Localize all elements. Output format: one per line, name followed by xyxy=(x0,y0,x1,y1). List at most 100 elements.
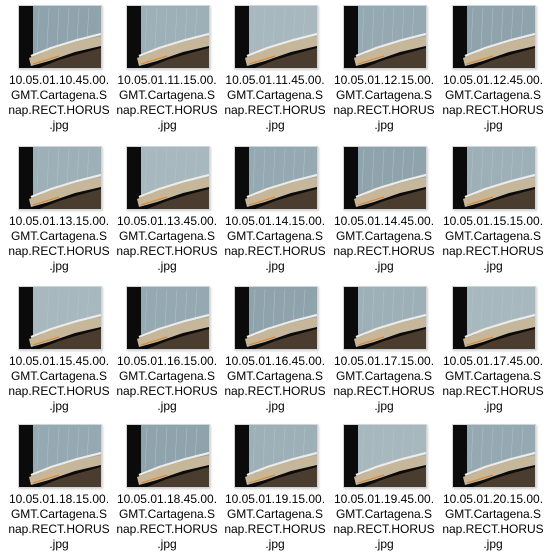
file-name-label: 10.05.01.19.15.00. GMT.Cartagena.S nap.R… xyxy=(222,492,328,552)
file-tile[interactable]: 10.05.01.18.15.00. GMT.Cartagena.S nap.R… xyxy=(6,419,112,551)
jpg-image-thumbnail-icon xyxy=(452,5,536,69)
file-name-line: GMT.Cartagena.S xyxy=(226,507,324,521)
file-tile[interactable]: 10.05.01.13.45.00. GMT.Cartagena.S nap.R… xyxy=(114,141,220,273)
file-name-label: 10.05.01.12.15.00. GMT.Cartagena.S nap.R… xyxy=(331,73,437,133)
file-name-line: nap.RECT.HORUS xyxy=(442,384,544,398)
file-name-line: .jpg xyxy=(483,118,503,132)
file-name-line: .jpg xyxy=(49,399,69,413)
file-name-line: 10.05.01.19.15.00. xyxy=(224,492,326,506)
thumbnail-image xyxy=(344,425,426,487)
file-tile[interactable]: 10.05.01.18.45.00. GMT.Cartagena.S nap.R… xyxy=(114,419,220,551)
file-name-line: GMT.Cartagena.S xyxy=(335,229,433,243)
file-name-line: GMT.Cartagena.S xyxy=(118,369,216,383)
thumbnail-image xyxy=(453,287,535,349)
thumbnail-image xyxy=(127,6,209,68)
file-name-line: GMT.Cartagena.S xyxy=(444,88,542,102)
file-name-line: 10.05.01.19.45.00. xyxy=(333,492,435,506)
file-name-line: .jpg xyxy=(157,537,177,551)
file-name-line: GMT.Cartagena.S xyxy=(10,88,108,102)
file-name-line: 10.05.01.20.15.00. xyxy=(442,492,544,506)
file-name-line: 10.05.01.12.15.00. xyxy=(333,73,435,87)
file-name-line: .jpg xyxy=(265,537,285,551)
file-name-line: nap.RECT.HORUS xyxy=(442,244,544,258)
file-name-line: nap.RECT.HORUS xyxy=(442,103,544,117)
file-name-line: 10.05.01.13.45.00. xyxy=(116,214,218,228)
file-tile[interactable]: 10.05.01.14.15.00. GMT.Cartagena.S nap.R… xyxy=(222,141,328,273)
file-name-line: GMT.Cartagena.S xyxy=(226,88,324,102)
file-name-line: 10.05.01.17.45.00. xyxy=(442,354,544,368)
file-tile[interactable]: 10.05.01.12.45.00. GMT.Cartagena.S nap.R… xyxy=(440,0,546,132)
file-tile[interactable]: 10.05.01.13.15.00. GMT.Cartagena.S nap.R… xyxy=(6,141,112,273)
jpg-image-thumbnail-icon xyxy=(452,286,536,350)
file-name-line: .jpg xyxy=(265,399,285,413)
file-name-label: 10.05.01.19.45.00. GMT.Cartagena.S nap.R… xyxy=(331,492,437,552)
file-name-label: 10.05.01.10.45.00. GMT.Cartagena.S nap.R… xyxy=(6,73,112,133)
file-tile[interactable]: 10.05.01.15.45.00. GMT.Cartagena.S nap.R… xyxy=(6,281,112,413)
file-tile[interactable]: 10.05.01.17.15.00. GMT.Cartagena.S nap.R… xyxy=(331,281,437,413)
file-name-line: nap.RECT.HORUS xyxy=(224,522,326,536)
file-name-line: .jpg xyxy=(49,118,69,132)
file-name-label: 10.05.01.13.45.00. GMT.Cartagena.S nap.R… xyxy=(114,214,220,274)
file-name-line: .jpg xyxy=(157,118,177,132)
file-tile[interactable]: 10.05.01.19.15.00. GMT.Cartagena.S nap.R… xyxy=(222,419,328,551)
file-name-line: .jpg xyxy=(374,118,394,132)
file-name-line: GMT.Cartagena.S xyxy=(10,369,108,383)
file-tile[interactable]: 10.05.01.15.15.00. GMT.Cartagena.S nap.R… xyxy=(440,141,546,273)
jpg-image-thumbnail-icon xyxy=(126,424,210,488)
file-tile[interactable]: 10.05.01.17.45.00. GMT.Cartagena.S nap.R… xyxy=(440,281,546,413)
file-name-line: GMT.Cartagena.S xyxy=(10,507,108,521)
jpg-image-thumbnail-icon xyxy=(343,286,427,350)
file-name-line: GMT.Cartagena.S xyxy=(10,229,108,243)
file-name-line: nap.RECT.HORUS xyxy=(116,522,218,536)
thumbnail-image xyxy=(453,6,535,68)
file-tile[interactable]: 10.05.01.19.45.00. GMT.Cartagena.S nap.R… xyxy=(331,419,437,551)
jpg-image-thumbnail-icon xyxy=(18,286,102,350)
file-name-line: nap.RECT.HORUS xyxy=(116,244,218,258)
jpg-image-thumbnail-icon xyxy=(234,146,318,210)
jpg-image-thumbnail-icon xyxy=(343,424,427,488)
file-tile[interactable]: 10.05.01.16.45.00. GMT.Cartagena.S nap.R… xyxy=(222,281,328,413)
jpg-image-thumbnail-icon xyxy=(234,424,318,488)
thumbnail-image xyxy=(235,287,317,349)
file-name-line: 10.05.01.10.45.00. xyxy=(8,73,110,87)
file-tile[interactable]: 10.05.01.12.15.00. GMT.Cartagena.S nap.R… xyxy=(331,0,437,132)
thumbnail-image xyxy=(19,287,101,349)
file-name-label: 10.05.01.18.15.00. GMT.Cartagena.S nap.R… xyxy=(6,492,112,552)
file-name-line: nap.RECT.HORUS xyxy=(224,103,326,117)
file-name-line: 10.05.01.13.15.00. xyxy=(8,214,110,228)
file-name-line: nap.RECT.HORUS xyxy=(442,522,544,536)
file-name-label: 10.05.01.15.15.00. GMT.Cartagena.S nap.R… xyxy=(440,214,546,274)
file-name-line: 10.05.01.14.45.00. xyxy=(333,214,435,228)
jpg-image-thumbnail-icon xyxy=(18,424,102,488)
file-name-line: .jpg xyxy=(374,537,394,551)
file-tile[interactable]: 10.05.01.11.15.00. GMT.Cartagena.S nap.R… xyxy=(114,0,220,132)
file-tile[interactable]: 10.05.01.16.15.00. GMT.Cartagena.S nap.R… xyxy=(114,281,220,413)
file-name-line: nap.RECT.HORUS xyxy=(224,384,326,398)
file-tile[interactable]: 10.05.01.11.45.00. GMT.Cartagena.S nap.R… xyxy=(222,0,328,132)
file-name-label: 10.05.01.16.45.00. GMT.Cartagena.S nap.R… xyxy=(222,354,328,414)
file-name-line: .jpg xyxy=(483,537,503,551)
file-name-line: .jpg xyxy=(49,537,69,551)
file-name-line: nap.RECT.HORUS xyxy=(8,384,110,398)
file-name-line: 10.05.01.16.45.00. xyxy=(224,354,326,368)
thumbnail-image xyxy=(344,6,426,68)
file-name-line: GMT.Cartagena.S xyxy=(335,88,433,102)
file-tile[interactable]: 10.05.01.10.45.00. GMT.Cartagena.S nap.R… xyxy=(6,0,112,132)
file-name-line: nap.RECT.HORUS xyxy=(224,244,326,258)
file-name-line: GMT.Cartagena.S xyxy=(444,369,542,383)
file-name-line: 10.05.01.12.45.00. xyxy=(442,73,544,87)
file-name-line: GMT.Cartagena.S xyxy=(335,507,433,521)
file-name-line: 10.05.01.17.15.00. xyxy=(333,354,435,368)
file-name-line: .jpg xyxy=(157,259,177,273)
thumbnail-image xyxy=(19,6,101,68)
jpg-image-thumbnail-icon xyxy=(452,146,536,210)
file-tile[interactable]: 10.05.01.20.15.00. GMT.Cartagena.S nap.R… xyxy=(440,419,546,551)
file-name-line: 10.05.01.18.45.00. xyxy=(116,492,218,506)
file-name-line: nap.RECT.HORUS xyxy=(333,103,435,117)
file-name-line: 10.05.01.18.15.00. xyxy=(8,492,110,506)
file-tile[interactable]: 10.05.01.14.45.00. GMT.Cartagena.S nap.R… xyxy=(331,141,437,273)
thumbnail-image xyxy=(453,425,535,487)
thumbnail-image xyxy=(235,147,317,209)
file-name-line: GMT.Cartagena.S xyxy=(118,229,216,243)
jpg-image-thumbnail-icon xyxy=(18,5,102,69)
